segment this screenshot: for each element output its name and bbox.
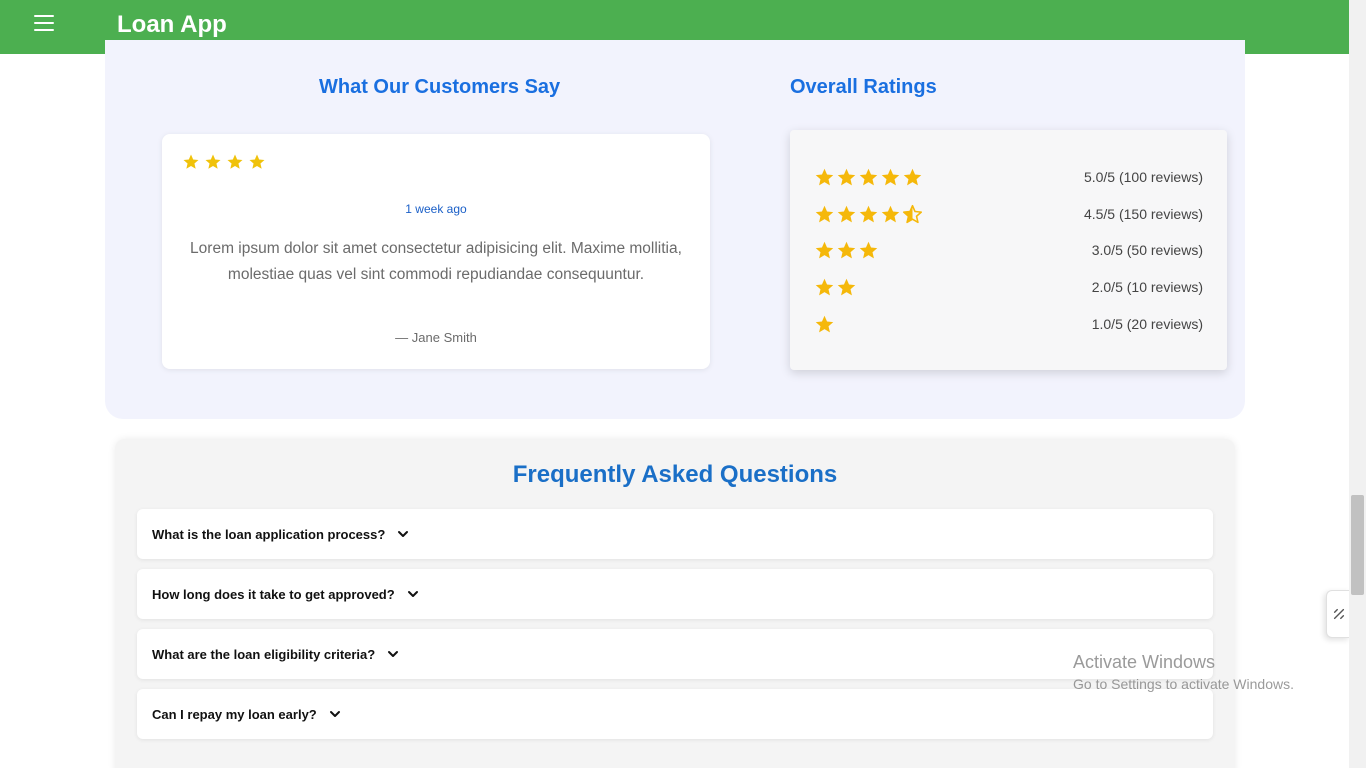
faq-question: Can I repay my loan early?	[152, 706, 317, 722]
rating-stars	[814, 167, 923, 188]
faq-item[interactable]: What are the loan eligibility criteria?	[137, 629, 1213, 679]
page-scrollbar[interactable]	[1349, 0, 1366, 768]
review-author: — Jane Smith	[395, 330, 477, 345]
review-stars	[182, 153, 266, 171]
customers-heading: What Our Customers Say	[319, 76, 561, 98]
star-icon	[881, 168, 900, 185]
ratings-heading: Overall Ratings	[790, 76, 937, 98]
star-icon	[837, 205, 856, 222]
review-text: Lorem ipsum dolor sit amet consectetur a…	[190, 240, 682, 283]
star-icon	[227, 154, 243, 169]
star-icon	[859, 241, 878, 258]
star-icon	[815, 278, 834, 295]
star-icon	[837, 168, 856, 185]
rating-stars	[814, 240, 879, 261]
ratings-card: 5.0/5 (100 reviews) 4.5/5 (150 reviews) …	[790, 130, 1227, 370]
chevron-down-icon[interactable]	[397, 528, 409, 540]
hamburger-menu-icon[interactable]	[34, 15, 54, 31]
review-card: 1 week ago Lorem ipsum dolor sit amet co…	[162, 134, 710, 369]
faq-question: What is the loan application process?	[152, 526, 386, 542]
faq-section: Frequently Asked Questions What is the l…	[115, 439, 1235, 768]
star-icon	[205, 154, 221, 169]
star-icon	[859, 168, 878, 185]
rating-row: 5.0/5 (100 reviews)	[814, 165, 1203, 189]
windows-activation-watermark: Activate Windows Go to Settings to activ…	[1073, 652, 1294, 692]
rating-row: 1.0/5 (20 reviews)	[814, 312, 1203, 336]
review-time: 1 week ago	[405, 202, 467, 216]
testimonials-section: What Our Customers Say Overall Ratings 1…	[105, 40, 1245, 419]
collapse-arrows-icon	[1333, 608, 1344, 620]
faq-question: How long does it take to get approved?	[152, 586, 395, 602]
rating-stars	[814, 204, 923, 225]
watermark-subtitle: Go to Settings to activate Windows.	[1073, 676, 1294, 692]
scrollbar-thumb[interactable]	[1351, 495, 1364, 595]
rating-text: 5.0/5 (100 reviews)	[1083, 169, 1203, 185]
star-icon	[183, 154, 199, 169]
rating-text: 4.5/5 (150 reviews)	[1083, 206, 1203, 222]
faq-item[interactable]: What is the loan application process?	[137, 509, 1213, 559]
star-icon	[249, 154, 265, 169]
star-icon	[903, 168, 922, 185]
rating-row: 4.5/5 (150 reviews)	[814, 202, 1203, 226]
rating-text: 3.0/5 (50 reviews)	[1091, 242, 1203, 258]
star-icon	[815, 168, 834, 185]
star-half-icon	[902, 204, 923, 223]
chevron-down-icon[interactable]	[407, 588, 419, 600]
faq-heading: Frequently Asked Questions	[512, 461, 838, 488]
chevron-down-icon[interactable]	[329, 708, 341, 720]
rating-stars	[814, 277, 857, 298]
faq-item[interactable]: Can I repay my loan early?	[137, 689, 1213, 739]
chevron-down-icon[interactable]	[387, 648, 399, 660]
rating-text: 1.0/5 (20 reviews)	[1091, 316, 1203, 332]
star-icon	[815, 205, 834, 222]
star-icon	[815, 241, 834, 258]
rating-stars	[814, 314, 835, 335]
rating-text: 2.0/5 (10 reviews)	[1091, 279, 1203, 295]
star-icon	[859, 205, 878, 222]
star-icon	[815, 315, 834, 332]
watermark-title: Activate Windows	[1073, 652, 1216, 672]
star-icon	[881, 205, 900, 222]
star-icon	[837, 241, 856, 258]
side-expand-tab[interactable]	[1326, 590, 1350, 638]
star-icon	[837, 278, 856, 295]
faq-question: What are the loan eligibility criteria?	[152, 646, 376, 662]
faq-item[interactable]: How long does it take to get approved?	[137, 569, 1213, 619]
rating-row: 2.0/5 (10 reviews)	[814, 275, 1203, 299]
rating-row: 3.0/5 (50 reviews)	[814, 238, 1203, 262]
app-title[interactable]: Loan App	[117, 11, 227, 39]
